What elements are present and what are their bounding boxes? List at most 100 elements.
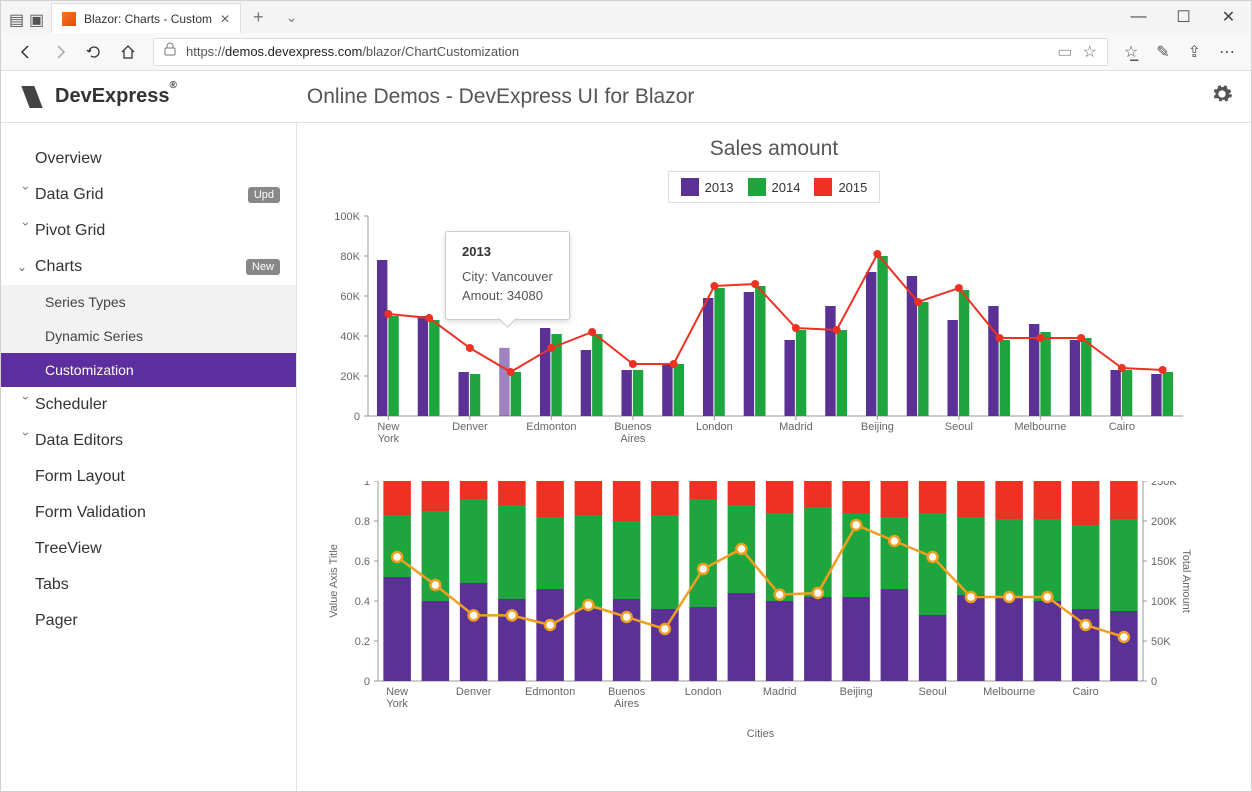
svg-text:Aires: Aires <box>620 433 646 445</box>
svg-text:60K: 60K <box>340 291 360 303</box>
sidebar-item-label: Overview <box>35 150 102 168</box>
window-maximize-button[interactable]: ☐ <box>1161 3 1206 31</box>
sidebar-item-tabs[interactable]: Tabs <box>1 567 296 603</box>
page-title: Online Demos - DevExpress UI for Blazor <box>307 85 694 109</box>
tab-title: Blazor: Charts - Custom <box>84 12 212 26</box>
lock-icon <box>164 42 176 61</box>
favorites-bar-icon[interactable]: ☆̲ <box>1124 42 1138 62</box>
window-close-button[interactable]: ✕ <box>1206 3 1251 31</box>
address-bar: https://demos.devexpress.com/blazor/Char… <box>1 33 1251 71</box>
sidebar-item-label: Pivot Grid <box>35 222 105 240</box>
refresh-button[interactable] <box>85 43 103 61</box>
sidebar-item-series-types[interactable]: Series Types <box>1 285 296 319</box>
svg-text:Denver: Denver <box>452 421 488 433</box>
share-icon[interactable]: ⇪ <box>1188 42 1201 62</box>
sidebar-item-label: Form Layout <box>35 468 125 486</box>
sidebar-item-label: Scheduler <box>35 396 107 414</box>
url-input[interactable]: https://demos.devexpress.com/blazor/Char… <box>153 38 1108 66</box>
svg-text:Buenos: Buenos <box>608 686 646 698</box>
brand-logo-icon <box>17 86 48 108</box>
badge: Upd <box>248 187 280 203</box>
svg-text:100K: 100K <box>1151 596 1177 608</box>
favorite-icon[interactable]: ☆ <box>1083 42 1097 62</box>
svg-text:York: York <box>378 433 400 445</box>
sidebar-item-data-editors[interactable]: ›Data Editors <box>1 423 296 459</box>
svg-text:Cairo: Cairo <box>1072 686 1098 698</box>
svg-text:40K: 40K <box>340 331 360 343</box>
svg-text:Seoul: Seoul <box>945 421 973 433</box>
home-button[interactable] <box>119 43 137 61</box>
window-minimize-button[interactable]: — <box>1116 3 1161 31</box>
chart1[interactable]: 020K40K60K80K100KNewYorkDenverEdmontonBu… <box>323 211 1225 451</box>
brand[interactable]: DevExpress® <box>19 85 177 108</box>
chart1-title: Sales amount <box>323 137 1225 161</box>
sidebar-item-dynamic-series[interactable]: Dynamic Series <box>1 319 296 353</box>
url-text: https://demos.devexpress.com/blazor/Char… <box>186 44 1047 59</box>
sidebar-item-form-layout[interactable]: Form Layout <box>1 459 296 495</box>
forward-button[interactable] <box>51 43 69 61</box>
svg-text:200K: 200K <box>1151 516 1177 528</box>
browser-tab[interactable]: Blazor: Charts - Custom ✕ <box>51 3 241 33</box>
sidebar-item-scheduler[interactable]: ›Scheduler <box>1 387 296 423</box>
svg-text:London: London <box>685 686 722 698</box>
app-header: DevExpress® Online Demos - DevExpress UI… <box>1 71 1251 123</box>
svg-text:Value Axis Title: Value Axis Title <box>328 544 340 618</box>
svg-text:0: 0 <box>354 411 360 423</box>
new-tab-button[interactable]: + <box>241 7 276 28</box>
svg-text:1: 1 <box>364 481 370 488</box>
sidebar-item-form-validation[interactable]: Form Validation <box>1 495 296 531</box>
legend-item-2014[interactable]: 2014 <box>748 178 801 196</box>
sidebar-item-label: Pager <box>35 612 78 630</box>
gear-icon[interactable] <box>1211 83 1233 110</box>
tabs-preview-icon[interactable]: ▣ <box>29 10 43 24</box>
sidebar-item-customization[interactable]: Customization <box>1 353 296 387</box>
chart-tooltip: 2013 City: Vancouver Amout: 34080 <box>445 231 570 320</box>
sidebar-item-data-grid[interactable]: ›Data GridUpd <box>1 177 296 213</box>
svg-text:New: New <box>377 421 399 433</box>
svg-text:100K: 100K <box>334 211 360 223</box>
tabs-aside-icon[interactable]: ▤ <box>9 10 23 24</box>
notes-icon[interactable]: ✎ <box>1156 42 1169 62</box>
settings-icon[interactable]: ⋯ <box>1219 42 1235 62</box>
tabs-menu-icon[interactable]: ⌄ <box>276 9 308 26</box>
svg-text:Cairo: Cairo <box>1109 421 1135 433</box>
reading-view-icon[interactable]: ▭ <box>1057 42 1072 62</box>
svg-text:Cities: Cities <box>747 728 775 740</box>
svg-text:Aires: Aires <box>614 698 640 710</box>
svg-text:0.2: 0.2 <box>355 636 370 648</box>
svg-text:0.8: 0.8 <box>355 516 370 528</box>
tab-close-icon[interactable]: ✕ <box>220 12 230 26</box>
svg-text:Buenos: Buenos <box>614 421 652 433</box>
sidebar-item-label: Dynamic Series <box>45 328 143 344</box>
svg-text:80K: 80K <box>340 251 360 263</box>
svg-text:Denver: Denver <box>456 686 492 698</box>
svg-text:Edmonton: Edmonton <box>525 686 575 698</box>
sidebar-item-label: Form Validation <box>35 504 146 522</box>
svg-text:Seoul: Seoul <box>919 686 947 698</box>
sidebar-item-label: Tabs <box>35 576 69 594</box>
svg-text:Madrid: Madrid <box>779 421 813 433</box>
sidebar-item-label: Customization <box>45 362 134 378</box>
sidebar-item-treeview[interactable]: TreeView <box>1 531 296 567</box>
legend-item-2015[interactable]: 2015 <box>814 178 867 196</box>
svg-text:Beijing: Beijing <box>840 686 873 698</box>
svg-text:London: London <box>696 421 733 433</box>
svg-text:Total Amount: Total Amount <box>1180 549 1192 613</box>
chart1-legend: 2013 2014 2015 <box>668 171 881 203</box>
svg-text:0: 0 <box>1151 676 1157 688</box>
svg-text:New: New <box>386 686 408 698</box>
svg-text:York: York <box>386 698 408 710</box>
svg-text:20K: 20K <box>340 371 360 383</box>
svg-text:Melbourne: Melbourne <box>1014 421 1066 433</box>
chart2[interactable]: 00.20.40.60.81050K100K150K200K250KValue … <box>323 481 1225 741</box>
sidebar-item-pager[interactable]: Pager <box>1 603 296 639</box>
sidebar-item-overview[interactable]: Overview <box>1 141 296 177</box>
svg-text:150K: 150K <box>1151 556 1177 568</box>
badge: New <box>246 259 280 275</box>
back-button[interactable] <box>17 43 35 61</box>
sidebar-item-charts[interactable]: ⌄ChartsNew <box>1 249 296 285</box>
sidebar-item-pivot-grid[interactable]: ›Pivot Grid <box>1 213 296 249</box>
svg-text:Beijing: Beijing <box>861 421 894 433</box>
legend-item-2013[interactable]: 2013 <box>681 178 734 196</box>
svg-text:250K: 250K <box>1151 481 1177 488</box>
